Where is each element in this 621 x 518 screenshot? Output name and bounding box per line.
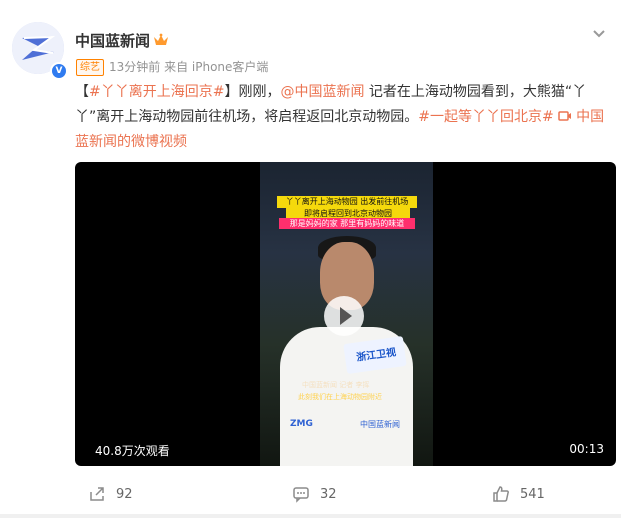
topic-link-2[interactable]: #一起等丫丫回北京# xyxy=(418,109,553,125)
video-link-icon xyxy=(557,111,571,121)
comment-count: 32 xyxy=(320,486,337,502)
divider xyxy=(0,514,621,518)
share-button[interactable]: 92 xyxy=(88,485,133,503)
share-icon xyxy=(90,487,104,501)
video-caption-3: 那是妈妈的家 那里有妈妈的味道 xyxy=(279,218,415,229)
video-player[interactable]: 丫丫离开上海动物园 出发前往机场 即将启程回到北京动物园 那是妈妈的家 那里有妈… xyxy=(75,162,616,466)
like-button[interactable]: 541 xyxy=(492,485,545,503)
comment-button[interactable]: 32 xyxy=(292,485,337,503)
author-name[interactable]: 中国蓝新闻 xyxy=(75,30,150,51)
zmg-watermark: ZMG xyxy=(290,419,313,429)
like-count: 541 xyxy=(520,486,545,502)
post-text: 【#丫丫离开上海回京#】刚刚，@中国蓝新闻 记者在上海动物园看到，大熊猫“丫丫”… xyxy=(75,80,615,155)
mention-link[interactable]: @中国蓝新闻 xyxy=(280,84,364,100)
crown-icon xyxy=(154,33,168,45)
video-caption-1: 丫丫离开上海动物园 出发前往机场 xyxy=(277,196,417,208)
category-tag: 综艺 xyxy=(76,59,104,76)
topic-link-1[interactable]: #丫丫离开上海回京# xyxy=(89,84,224,100)
video-duration: 00:13 xyxy=(569,442,604,456)
bracket-close: 】刚刚， xyxy=(224,84,281,100)
post-meta: 13分钟前 来自 iPhone客户端 xyxy=(109,60,269,74)
thumbs-up-icon xyxy=(493,486,509,502)
share-count: 92 xyxy=(116,486,133,502)
verified-badge: V xyxy=(50,62,68,80)
news-watermark: 中国蓝新闻 xyxy=(360,420,400,429)
post-actions: 92 32 541 xyxy=(0,482,621,510)
video-subtitle-1: 中国蓝新闻 记者 李挥 xyxy=(302,381,370,389)
view-count: 40.8万次观看 xyxy=(95,444,170,458)
video-subtitle-2: 此刻我们在上海动物园附近 xyxy=(298,393,382,401)
play-button[interactable] xyxy=(324,296,364,336)
weibo-post-card: V 中国蓝新闻 综艺 13分钟前 来自 iPhone客户端 【#丫丫离开上海回京… xyxy=(0,0,621,518)
bracket-open: 【 xyxy=(75,84,89,100)
comment-icon xyxy=(293,487,309,503)
chevron-down-icon[interactable] xyxy=(591,26,607,42)
